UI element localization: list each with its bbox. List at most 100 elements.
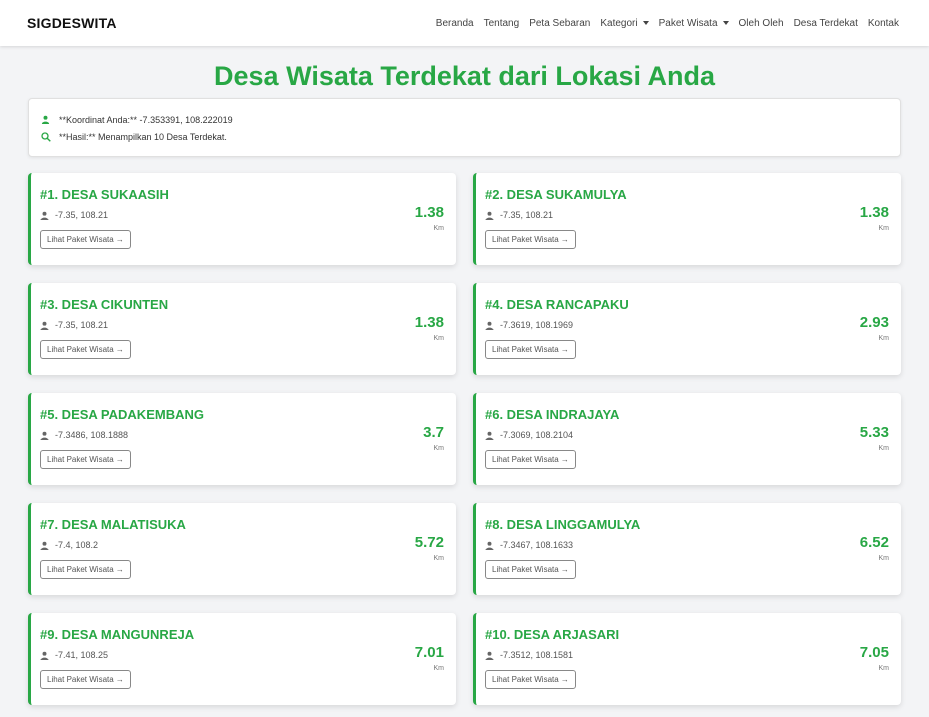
coordinates-text: -7.35, 108.21 [55, 320, 109, 330]
nav-item-desa-terdekat[interactable]: Desa Terdekat [794, 18, 858, 29]
distance-value: 5.72 [414, 534, 444, 551]
user-icon [40, 541, 49, 550]
village-coordinates: -7.3467, 108.1633 [485, 539, 889, 551]
view-tour-package-button[interactable]: Lihat Paket Wisata → [40, 340, 131, 359]
coordinates-text: -7.3069, 108.2104 [500, 430, 574, 440]
village-name: #9. DESA MANGUNREJA [40, 627, 195, 642]
nav-item-label: Kontak [867, 17, 899, 29]
button-label: Lihat Paket Wisata → [47, 565, 124, 574]
location-info-box: **Koordinat Anda:** -7.353391, 108.22201… [28, 98, 901, 157]
distance-block: 3.7 Km [423, 424, 444, 452]
user-icon [40, 321, 49, 330]
village-coordinates: -7.35, 108.21 [40, 209, 444, 221]
nav-item-peta-sebaran[interactable]: Peta Sebaran [529, 18, 590, 29]
village-coordinates: -7.35, 108.21 [40, 319, 444, 331]
user-icon [485, 321, 494, 330]
village-card: #3. DESA CIKUNTEN -7.35, 108.21 Lihat Pake… [28, 283, 456, 375]
distance-block: 6.52 Km [860, 534, 889, 562]
village-name: #1. DESA SUKAASIH [40, 187, 169, 202]
village-coordinates: -7.4, 108.2 [40, 539, 444, 551]
user-icon [41, 115, 55, 124]
button-label: Lihat Paket Wisata → [492, 345, 569, 354]
distance-value: 7.05 [859, 644, 889, 661]
coordinates-text: -7.4, 108.2 [55, 540, 99, 550]
village-card: #5. DESA PADAKEMBANG -7.3486, 108.1888 Lih… [28, 393, 456, 485]
nav-item-label: Kategori [600, 17, 638, 29]
village-coordinates: -7.41, 108.25 [40, 649, 444, 661]
chevron-down-icon [722, 21, 729, 25]
brand-logo[interactable]: SIGDESWITA [27, 15, 117, 31]
village-name: #8. DESA LINGGAMULYA [485, 517, 641, 532]
view-tour-package-button[interactable]: Lihat Paket Wisata → [40, 230, 131, 249]
nav-item-kontak[interactable]: Kontak [868, 18, 899, 29]
distance-unit: Km [878, 665, 890, 672]
distance-value: 1.38 [859, 204, 889, 221]
nav-item-paket-wisata[interactable]: Paket Wisata [659, 18, 729, 29]
village-coordinates: -7.3619, 108.1969 [485, 319, 889, 331]
nav-item-label: Oleh Oleh [738, 17, 784, 29]
village-name: #2. DESA SUKAMULYA [485, 187, 627, 202]
nav-item-beranda[interactable]: Beranda [436, 18, 474, 29]
nav-item-label: Peta Sebaran [529, 17, 591, 29]
user-icon [485, 541, 494, 550]
village-name: #10. DESA ARJASARI [485, 627, 620, 642]
coordinates-text: -7.3512, 108.1581 [500, 650, 574, 660]
search-icon [41, 131, 55, 142]
button-label: Lihat Paket Wisata → [47, 455, 124, 464]
view-tour-package-button[interactable]: Lihat Paket Wisata → [485, 340, 576, 359]
view-tour-package-button[interactable]: Lihat Paket Wisata → [485, 230, 576, 249]
nav-item-kategori[interactable]: Kategori [600, 17, 649, 29]
distance-unit: Km [433, 665, 445, 672]
user-icon [40, 211, 49, 220]
nav-item-tentang[interactable]: Tentang [484, 18, 520, 29]
coordinates-text: -7.3467, 108.1633 [500, 540, 574, 550]
village-name: #6. DESA INDRAJAYA [485, 407, 620, 422]
coordinates-text: -7.41, 108.25 [55, 650, 109, 660]
button-label: Lihat Paket Wisata → [47, 675, 124, 684]
village-card: #8. DESA LINGGAMULYA -7.3467, 108.1633 Lih… [473, 503, 901, 595]
distance-value: 2.93 [859, 314, 889, 331]
view-tour-package-button[interactable]: Lihat Paket Wisata → [40, 560, 131, 579]
user-icon [485, 211, 494, 220]
button-label: Lihat Paket Wisata → [492, 455, 569, 464]
village-card: #6. DESA INDRAJAYA -7.3069, 108.2104 Lihat… [473, 393, 901, 485]
distance-value: 5.33 [859, 424, 889, 441]
user-icon [485, 431, 494, 440]
village-card: #7. DESA MALATISUKA -7.4, 108.2 Lihat Pake… [28, 503, 456, 595]
distance-unit: Km [878, 335, 890, 342]
distance-unit: Km [878, 225, 890, 232]
distance-block: 2.93 Km [860, 314, 889, 342]
distance-block: 5.72 Km [415, 534, 444, 562]
village-coordinates: -7.3486, 108.1888 [40, 429, 444, 441]
view-tour-package-button[interactable]: Lihat Paket Wisata → [485, 670, 576, 689]
view-tour-package-button[interactable]: Lihat Paket Wisata → [485, 560, 576, 579]
user-icon [40, 651, 49, 660]
coordinates-text: -7.35, 108.21 [55, 210, 109, 220]
view-tour-package-button[interactable]: Lihat Paket Wisata → [40, 450, 131, 469]
view-tour-package-button[interactable]: Lihat Paket Wisata → [40, 670, 131, 689]
distance-unit: Km [433, 445, 445, 452]
distance-unit: Km [433, 335, 445, 342]
distance-value: 3.7 [423, 424, 444, 441]
nav-item-oleh-oleh[interactable]: Oleh Oleh [739, 18, 784, 29]
nav-menu: Beranda Tentang Peta Sebaran Kategori Paket … [426, 18, 899, 29]
page-title: Desa Wisata Terdekat dari Lokasi Anda [214, 61, 715, 91]
distance-block: 1.38 Km [415, 204, 444, 232]
distance-unit: Km [433, 555, 445, 562]
village-coordinates: -7.3069, 108.2104 [485, 429, 889, 441]
user-coordinates-text: **Koordinat Anda:** -7.353391, 108.22201… [59, 114, 233, 125]
coordinates-text: -7.35, 108.21 [500, 210, 554, 220]
village-card: #4. DESA RANCAPAKU -7.3619, 108.1969 Lihat… [473, 283, 901, 375]
distance-block: 5.33 Km [860, 424, 889, 452]
user-coordinates-row: **Koordinat Anda:** -7.353391, 108.22201… [41, 111, 888, 128]
coordinates-text: -7.3486, 108.1888 [55, 430, 129, 440]
nav-item-label: Paket Wisata [658, 17, 718, 29]
nav-item-label: Desa Terdekat [793, 17, 858, 29]
button-label: Lihat Paket Wisata → [492, 565, 569, 574]
view-tour-package-button[interactable]: Lihat Paket Wisata → [485, 450, 576, 469]
village-name: #7. DESA MALATISUKA [40, 517, 186, 532]
nav-item-label: Beranda [435, 17, 474, 29]
distance-block: 1.38 Km [415, 314, 444, 342]
distance-block: 7.01 Km [415, 644, 444, 672]
nav-item-label: Tentang [483, 17, 520, 29]
